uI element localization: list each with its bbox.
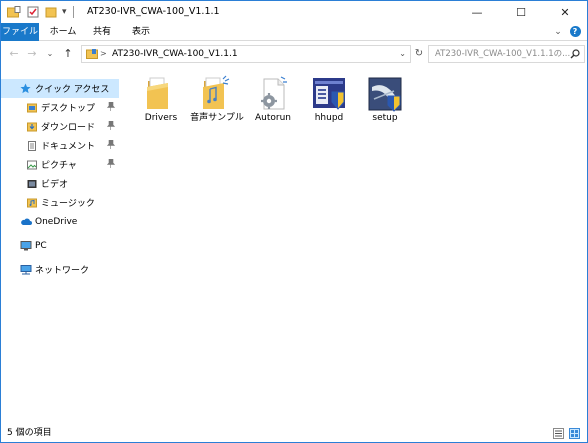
picture-icon — [27, 160, 37, 169]
quick-access-toolbar: ▾ — [7, 5, 74, 19]
folder-icon — [147, 77, 168, 109]
search-input[interactable]: AT230-IVR_CWA-100_V1.1.1の... — [428, 45, 585, 63]
status-bar: 5 個の項目 — [1, 425, 587, 442]
file-item-audio-samples[interactable]: 音声サンプル — [189, 71, 245, 137]
large-icons-view-icon[interactable] — [569, 428, 580, 439]
new-folder-icon[interactable] — [45, 6, 57, 18]
nav-label: OneDrive — [35, 216, 78, 227]
nav-pc[interactable]: PC — [1, 236, 119, 255]
desktop-folder-icon — [27, 103, 37, 112]
nav-label: ミュージック — [41, 199, 95, 209]
pin-icon[interactable] — [107, 121, 115, 130]
file-list: Drivers 音声サンプル Autorun hhupd setup — [121, 67, 587, 425]
breadcrumb[interactable]: AT230-IVR_CWA-100_V1.1.1 — [112, 46, 238, 62]
pin-icon[interactable] — [107, 140, 115, 149]
file-item-autorun[interactable]: Autorun — [245, 71, 301, 137]
address-bar[interactable]: > AT230-IVR_CWA-100_V1.1.1 ⌄ — [81, 45, 411, 63]
path-separator[interactable]: > — [100, 46, 107, 62]
computer-icon — [20, 240, 32, 250]
file-name: setup — [372, 113, 398, 123]
download-icon — [27, 122, 37, 131]
item-count: 5 個の項目 — [7, 428, 52, 438]
nav-label: PC — [35, 240, 47, 251]
network-icon — [20, 264, 32, 274]
nav-quick-access[interactable]: クイック アクセス — [1, 79, 119, 98]
nav-label: ドキュメント — [41, 142, 96, 152]
music-icon — [27, 198, 37, 207]
nav-label: クイック アクセス — [35, 85, 110, 95]
file-name: Drivers — [144, 113, 178, 123]
nav-music[interactable]: ミュージック — [1, 193, 119, 212]
properties-icon[interactable] — [27, 6, 39, 18]
video-icon — [27, 179, 37, 188]
nav-label: ピクチャ — [41, 161, 77, 171]
pin-icon[interactable] — [107, 159, 115, 168]
ribbon-tabs: ファイル ホーム 共有 表示 ⌄ ? — [1, 23, 587, 41]
recent-locations-button[interactable]: ⌄ — [43, 46, 57, 62]
search-placeholder: AT230-IVR_CWA-100_V1.1.1の... — [435, 49, 571, 59]
nav-label: ビデオ — [41, 180, 69, 190]
tab-file[interactable]: ファイル — [1, 23, 39, 41]
up-button[interactable]: ↑ — [61, 46, 75, 62]
tab-share[interactable]: 共有 — [85, 23, 119, 41]
cloud-icon — [21, 218, 32, 225]
help-button[interactable]: ? — [567, 23, 583, 41]
maximize-button[interactable]: ☐ — [499, 1, 543, 23]
nav-network[interactable]: ネットワーク — [1, 260, 119, 279]
minimize-button[interactable]: — — [455, 1, 499, 23]
details-view-icon[interactable] — [553, 428, 564, 439]
search-icon — [570, 49, 580, 59]
installer-icon — [313, 78, 345, 110]
autorun-file-icon — [261, 76, 287, 110]
title-bar: ▾ AT230-IVR_CWA-100_V1.1.1 — ☐ ✕ — [1, 1, 587, 23]
file-item-drivers[interactable]: Drivers — [133, 71, 189, 137]
tab-view[interactable]: 表示 — [123, 23, 159, 41]
star-icon — [20, 83, 31, 94]
ribbon-expand-button[interactable]: ⌄ — [551, 23, 565, 41]
explorer-window: ▾ AT230-IVR_CWA-100_V1.1.1 — ☐ ✕ ファイル ホー… — [0, 0, 588, 443]
folder-properties-icon[interactable] — [7, 6, 21, 18]
nav-downloads[interactable]: ダウンロード — [1, 117, 119, 136]
pin-icon[interactable] — [107, 102, 115, 111]
file-item-hhupd[interactable]: hhupd — [301, 71, 357, 137]
file-item-setup[interactable]: setup — [357, 71, 413, 137]
back-button[interactable]: ← — [7, 46, 21, 62]
setup-icon — [368, 77, 402, 112]
forward-button[interactable]: → — [25, 46, 39, 62]
nav-documents[interactable]: ドキュメント — [1, 136, 119, 155]
nav-desktop[interactable]: デスクトップ — [1, 98, 119, 117]
folder-icon — [203, 75, 230, 109]
folder-icon — [86, 49, 98, 59]
nav-videos[interactable]: ビデオ — [1, 174, 119, 193]
nav-label: ネットワーク — [35, 266, 90, 276]
help-icon: ? — [569, 26, 581, 37]
file-name: Autorun — [254, 113, 291, 123]
address-row: ← → ⌄ ↑ > AT230-IVR_CWA-100_V1.1.1 ⌄ ↻ A… — [1, 41, 587, 67]
nav-label: ダウンロード — [41, 123, 96, 133]
close-button[interactable]: ✕ — [543, 1, 587, 23]
document-icon — [28, 140, 36, 151]
nav-onedrive[interactable]: OneDrive — [1, 212, 119, 231]
window-title: AT230-IVR_CWA-100_V1.1.1 — [87, 6, 220, 17]
title-divider — [72, 6, 74, 18]
tab-home[interactable]: ホーム — [43, 23, 83, 41]
file-name: 音声サンプル — [190, 113, 244, 123]
navigation-pane: クイック アクセス デスクトップ ダウンロード ドキュメント ピクチャ ビデオ … — [1, 67, 119, 425]
refresh-button[interactable]: ↻ — [412, 45, 426, 63]
quick-access-dropdown[interactable]: ▾ — [62, 7, 67, 17]
address-dropdown[interactable]: ⌄ — [399, 46, 406, 62]
nav-label: デスクトップ — [41, 104, 96, 114]
file-name: hhupd — [314, 113, 344, 123]
nav-pictures[interactable]: ピクチャ — [1, 155, 119, 174]
